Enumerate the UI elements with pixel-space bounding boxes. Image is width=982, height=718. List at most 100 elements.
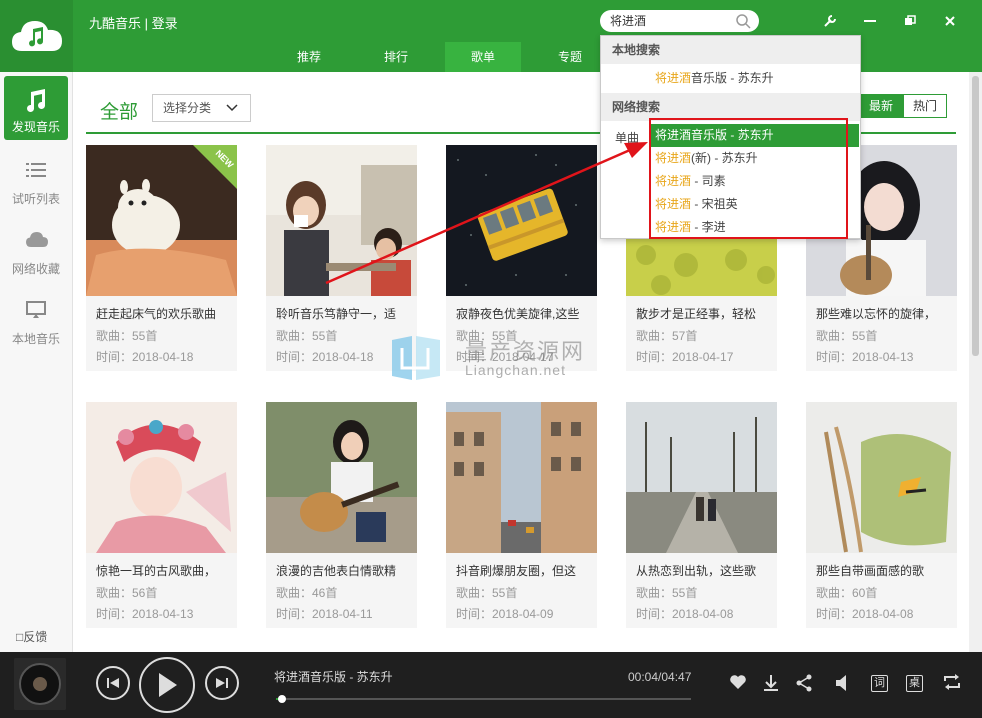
window-controls <box>810 8 970 34</box>
sidebar-item-label: 发现音乐 <box>11 120 60 134</box>
minimize-icon <box>864 20 876 22</box>
sort-latest-button[interactable]: 最新 <box>859 94 903 118</box>
playlist-cover[interactable] <box>626 402 777 553</box>
playlist-card[interactable]: 惊艳一耳的古风歌曲， 歌曲：56首 时间：2018-04-13 <box>86 402 237 628</box>
tab-recommend[interactable]: 推荐 <box>271 42 347 72</box>
tab-topics[interactable]: 专题 <box>532 42 608 72</box>
list-icon <box>26 163 46 177</box>
playlist-title[interactable]: 惊艳一耳的古风歌曲， <box>96 562 232 579</box>
favorite-button[interactable] <box>728 674 748 694</box>
playlist-cover[interactable] <box>446 402 597 553</box>
player-bar: 将进酒音乐版 - 苏东升 00:04/04:47 词 桌 <box>0 652 982 718</box>
playlist-date: 时间：2018-04-11 <box>276 607 373 621</box>
heart-icon <box>730 675 746 689</box>
playlist-title[interactable]: 聆听音乐笃静守一，适 <box>276 305 412 322</box>
playlist-title[interactable]: 从热恋到出轨，这些歌 <box>636 562 772 579</box>
playlist-title[interactable]: 那些自带画面感的歌 <box>816 562 952 579</box>
watermark: 量产资源网 Liangchan.net <box>390 330 610 390</box>
playlist-date: 时间：2018-04-08 <box>816 607 914 621</box>
close-button[interactable] <box>930 8 970 34</box>
search-input[interactable]: 将进酒 <box>600 10 759 32</box>
playlist-cover[interactable] <box>266 402 417 553</box>
watermark-url: Liangchan.net <box>465 362 566 378</box>
local-search-header: 本地搜索 <box>601 36 860 64</box>
progress-knob[interactable] <box>277 695 286 703</box>
sidebar-item-label: 网络收藏 <box>11 262 60 276</box>
app-title[interactable]: 九酷音乐 | 登录 <box>89 13 178 32</box>
next-icon <box>216 678 228 688</box>
sidebar-item-local[interactable]: 本地音乐 <box>4 288 68 352</box>
progress-bar[interactable] <box>276 695 691 703</box>
scrollbar-thumb[interactable] <box>972 76 979 356</box>
album-art[interactable] <box>14 658 66 710</box>
annotation-highlight-box <box>649 118 848 239</box>
desktop-lyrics-button[interactable]: 桌 <box>906 675 923 692</box>
network-search-header: 网络搜索 <box>601 93 860 121</box>
playlist-title[interactable]: 那些难以忘怀的旋律， <box>816 305 952 322</box>
app-logo <box>0 0 73 72</box>
minimize-button[interactable] <box>850 8 890 34</box>
playlist-song-count: 歌曲：55首 <box>816 329 878 343</box>
sidebar-item-discover[interactable]: 发现音乐 <box>4 76 68 140</box>
playlist-song-count: 歌曲：55首 <box>456 586 518 600</box>
sidebar-item-favorites[interactable]: 网络收藏 <box>4 218 68 282</box>
playlist-date: 时间：2018-04-13 <box>816 350 914 364</box>
next-button[interactable] <box>205 666 239 700</box>
play-icon <box>159 673 177 697</box>
playlist-song-count: 歌曲：56首 <box>96 586 158 600</box>
playlist-title[interactable]: 浪漫的吉他表白情歌精 <box>276 562 412 579</box>
category-select[interactable]: 选择分类 <box>152 94 251 122</box>
close-icon <box>945 16 955 26</box>
download-button[interactable] <box>761 674 781 694</box>
share-button[interactable] <box>794 674 814 694</box>
playlist-card[interactable]: 抖音刷爆朋友圈，但这 歌曲：55首 时间：2018-04-09 <box>446 402 597 628</box>
single-track-label: 单曲 <box>615 131 640 145</box>
playlist-card[interactable]: 那些自带画面感的歌 歌曲：60首 时间：2018-04-08 <box>806 402 957 628</box>
playlist-date: 时间：2018-04-18 <box>96 350 194 364</box>
volume-button[interactable] <box>833 674 853 694</box>
feedback-link[interactable]: □反馈 <box>16 628 47 645</box>
play-button[interactable] <box>139 657 195 713</box>
playlist-cover[interactable] <box>266 145 417 296</box>
restore-button[interactable] <box>890 8 930 34</box>
playlist-title[interactable]: 寂静夜色优美旋律,这些 <box>456 305 592 322</box>
sort-toggle: 最新 热门 <box>859 94 947 118</box>
previous-button[interactable] <box>96 666 130 700</box>
cloud-logo-icon <box>12 21 62 51</box>
cloud-icon <box>26 232 48 247</box>
tab-playlists[interactable]: 歌单 <box>445 42 521 72</box>
playlist-cover[interactable] <box>86 402 237 553</box>
sidebar-item-label: 试听列表 <box>11 192 60 206</box>
playlist-card[interactable]: 浪漫的吉他表白情歌精 歌曲：46首 时间：2018-04-11 <box>266 402 417 628</box>
playlist-song-count: 歌曲：60首 <box>816 586 878 600</box>
playlist-cover[interactable] <box>806 402 957 553</box>
tab-ranking[interactable]: 排行 <box>358 42 434 72</box>
vertical-scrollbar[interactable] <box>969 72 982 652</box>
chevron-down-icon <box>226 104 238 112</box>
playlist-card[interactable]: NEW 赶走起床气的欢乐歌曲 歌曲：55首 时间：2018-04-18 <box>86 145 237 371</box>
sidebar: 发现音乐 试听列表 网络收藏 本地音乐 □反馈 <box>0 72 73 652</box>
local-result-item[interactable]: 将进酒音乐版 - 苏东升 <box>649 67 859 90</box>
playlist-date: 时间：2018-04-17 <box>636 350 734 364</box>
playlist-title[interactable]: 抖音刷爆朋友圈，但这 <box>456 562 592 579</box>
lyrics-button[interactable]: 词 <box>871 675 888 692</box>
playlist-title[interactable]: 赶走起床气的欢乐歌曲 <box>96 305 232 322</box>
playlist-title[interactable]: 散步才是正经事，轻松 <box>636 305 772 322</box>
playlist-song-count: 歌曲：55首 <box>96 329 158 343</box>
playlist-date: 时间：2018-04-08 <box>636 607 734 621</box>
playback-time: 00:04/04:47 <box>628 670 692 684</box>
monitor-icon <box>26 301 46 318</box>
watermark-logo-icon <box>392 336 440 380</box>
download-icon <box>764 675 778 691</box>
playlist-song-count: 歌曲：57首 <box>636 329 698 343</box>
sort-hot-button[interactable]: 热门 <box>903 94 947 118</box>
main-tabs: 推荐 排行 歌单 专题 <box>271 42 619 72</box>
sidebar-item-playlist[interactable]: 试听列表 <box>4 148 68 212</box>
playlist-cover[interactable] <box>446 145 597 296</box>
playlist-cover[interactable]: NEW <box>86 145 237 296</box>
search-icon[interactable] <box>735 13 751 29</box>
all-category-label[interactable]: 全部 <box>100 97 138 124</box>
settings-button[interactable] <box>810 8 850 34</box>
playlist-card[interactable]: 从热恋到出轨，这些歌 歌曲：55首 时间：2018-04-08 <box>626 402 777 628</box>
repeat-mode-button[interactable] <box>942 674 962 694</box>
